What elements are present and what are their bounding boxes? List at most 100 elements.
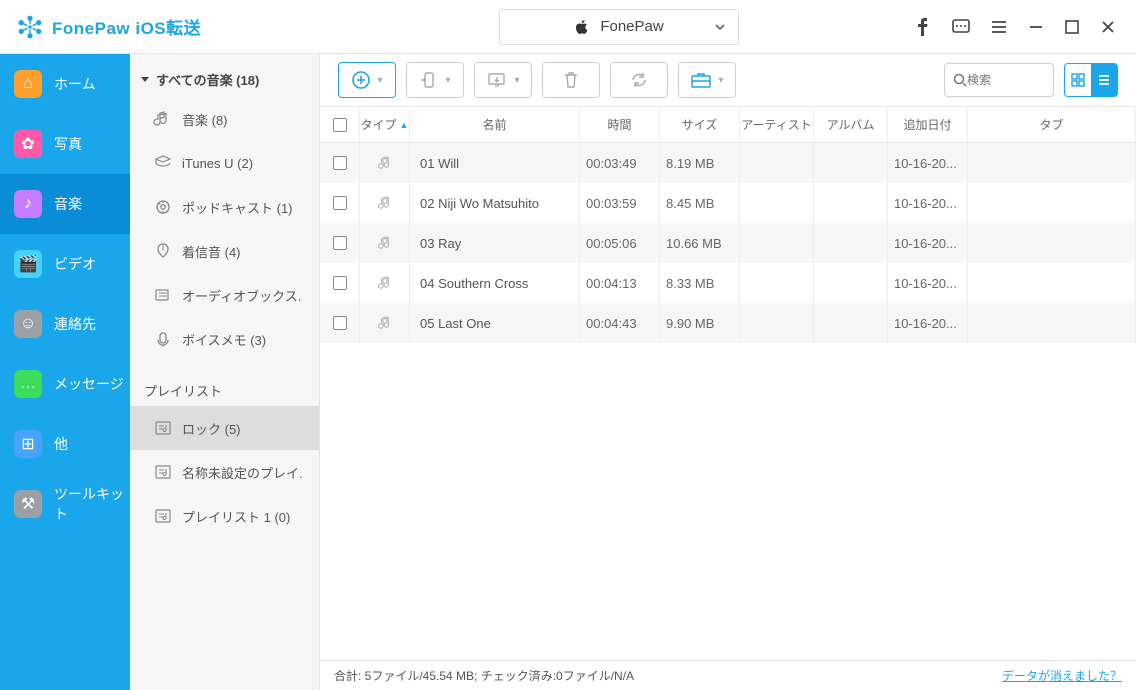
playlist-label: ロック (5) (182, 419, 241, 438)
cell-time: 00:03:49 (580, 143, 660, 183)
cell-size: 8.19 MB (660, 143, 740, 183)
cell-tab (968, 183, 1136, 223)
cell-time: 00:04:13 (580, 263, 660, 303)
category-tree: すべての音楽 (18) 音楽 (8) iTunes U (2) ポッドキャスト (1… (130, 54, 320, 690)
data-missing-link[interactable]: データが消えました？ (1002, 667, 1122, 684)
row-checkbox[interactable] (320, 143, 360, 183)
apple-icon (574, 19, 590, 35)
cell-name: 04 Southern Cross (410, 263, 580, 303)
tree-item-label: 音楽 (8) (182, 110, 228, 129)
rail-item-home[interactable]: ⌂ホーム (0, 54, 130, 114)
tree-item-label: iTunes U (2) (182, 156, 253, 171)
to-pc-icon (486, 70, 508, 90)
tree-item[interactable]: オーディオブックス. (130, 273, 319, 317)
tree-item[interactable]: iTunes U (2) (130, 141, 319, 185)
table-row[interactable]: 05 Last One 00:04:43 9.90 MB 10-16-20... (320, 303, 1136, 343)
col-date[interactable]: 追加日付 (888, 107, 968, 142)
col-time[interactable]: 時間 (580, 107, 660, 142)
nav-rail: ⌂ホーム✿写真♪音楽🎬ビデオ☺連絡先…メッセージ⊞他⚒ツールキット (0, 54, 130, 690)
feedback-icon[interactable] (952, 18, 970, 36)
table-row[interactable]: 04 Southern Cross 00:04:13 8.33 MB 10-16… (320, 263, 1136, 303)
music-file-icon (360, 143, 410, 183)
category-icon (154, 198, 172, 216)
caret-down-icon (140, 75, 150, 85)
chevron-down-icon: ▾ (514, 75, 519, 86)
rail-item-photos[interactable]: ✿写真 (0, 114, 130, 174)
search-box[interactable] (944, 63, 1054, 97)
col-artist[interactable]: アーティスト (740, 107, 814, 142)
window-controls (918, 18, 1136, 36)
cell-name: 05 Last One (410, 303, 580, 343)
cell-album (814, 303, 888, 343)
cell-artist (740, 223, 814, 263)
device-dropdown[interactable]: FonePaw (499, 9, 739, 45)
delete-button[interactable] (542, 62, 600, 98)
tree-item[interactable]: 音楽 (8) (130, 97, 319, 141)
col-type[interactable]: タイプ▲ (360, 107, 410, 142)
rail-item-other[interactable]: ⊞他 (0, 414, 130, 474)
category-icon (154, 242, 172, 260)
table-row[interactable]: 03 Ray 00:05:06 10.66 MB 10-16-20... (320, 223, 1136, 263)
list-view-button[interactable] (1091, 64, 1117, 96)
grid-icon (1071, 73, 1085, 87)
toolbox-button[interactable]: ▾ (678, 62, 736, 98)
row-checkbox[interactable] (320, 223, 360, 263)
music-file-icon (360, 183, 410, 223)
content-area: ▾ ▾ ▾ ▾ (320, 54, 1136, 690)
search-input[interactable] (967, 73, 1045, 87)
col-size[interactable]: サイズ (660, 107, 740, 142)
cell-date: 10-16-20... (888, 183, 968, 223)
tree-item[interactable]: 着信音 (4) (130, 229, 319, 273)
tree-header[interactable]: すべての音楽 (18) (130, 62, 319, 97)
playlist-item[interactable]: ロック (5) (130, 406, 319, 450)
file-table: タイプ▲ 名前 時間 サイズ アーティスト アルバム 追加日付 タブ 01 Wi… (320, 106, 1136, 660)
device-selector-area: FonePaw (320, 9, 918, 45)
cell-date: 10-16-20... (888, 263, 968, 303)
tree-header-label: すべての音楽 (18) (156, 70, 259, 89)
export-to-device-button[interactable]: ▾ (406, 62, 464, 98)
rail-item-messages[interactable]: …メッセージ (0, 354, 130, 414)
rail-item-music[interactable]: ♪音楽 (0, 174, 130, 234)
tree-item[interactable]: ポッドキャスト (1) (130, 185, 319, 229)
row-checkbox[interactable] (320, 303, 360, 343)
contacts-icon: ☺ (14, 310, 42, 338)
chevron-down-icon: ▾ (445, 75, 450, 86)
col-tab[interactable]: タブ (968, 107, 1136, 142)
menu-icon[interactable] (990, 18, 1008, 36)
status-text: 合計: 5ファイル/45.54 MB; チェック済み:0ファイル/N/A (334, 667, 634, 684)
rail-item-video[interactable]: 🎬ビデオ (0, 234, 130, 294)
select-all-checkbox[interactable] (320, 107, 360, 142)
toolbar: ▾ ▾ ▾ ▾ (320, 54, 1136, 106)
grid-view-button[interactable] (1065, 64, 1091, 96)
refresh-icon (629, 70, 649, 90)
export-to-pc-button[interactable]: ▾ (474, 62, 532, 98)
close-button[interactable] (1100, 19, 1116, 35)
titlebar: FonePaw iOS転送 FonePaw (0, 0, 1136, 54)
col-name[interactable]: 名前 (410, 107, 580, 142)
maximize-button[interactable] (1064, 19, 1080, 35)
plus-circle-icon (351, 70, 371, 90)
chevron-down-icon (714, 21, 726, 33)
col-album[interactable]: アルバム (814, 107, 888, 142)
rail-item-contacts[interactable]: ☺連絡先 (0, 294, 130, 354)
table-row[interactable]: 01 Will 00:03:49 8.19 MB 10-16-20... (320, 143, 1136, 183)
cell-size: 8.33 MB (660, 263, 740, 303)
playlist-item[interactable]: プレイリスト 1 (0) (130, 494, 319, 538)
cell-time: 00:04:43 (580, 303, 660, 343)
row-checkbox[interactable] (320, 263, 360, 303)
tree-item[interactable]: ボイスメモ (3) (130, 317, 319, 361)
add-button[interactable]: ▾ (338, 62, 396, 98)
facebook-icon[interactable] (918, 18, 932, 36)
chevron-down-icon: ▾ (377, 75, 382, 86)
music-file-icon (360, 303, 410, 343)
rail-item-toolkit[interactable]: ⚒ツールキット (0, 474, 130, 534)
music-file-icon (360, 223, 410, 263)
table-row[interactable]: 02 Niji Wo Matsuhito 00:03:59 8.45 MB 10… (320, 183, 1136, 223)
cell-artist (740, 183, 814, 223)
playlist-item[interactable]: 名称未設定のプレイ. (130, 450, 319, 494)
rail-label: 音楽 (54, 194, 82, 214)
refresh-button[interactable] (610, 62, 668, 98)
rail-label: ツールキット (54, 484, 130, 524)
minimize-button[interactable] (1028, 19, 1044, 35)
row-checkbox[interactable] (320, 183, 360, 223)
